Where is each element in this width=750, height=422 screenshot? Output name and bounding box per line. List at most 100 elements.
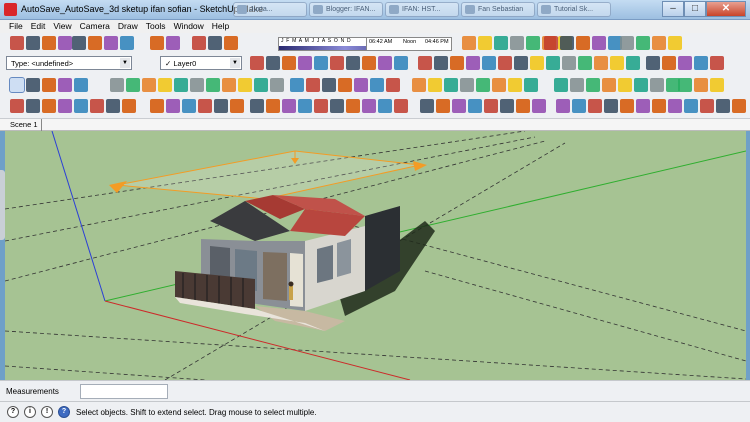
extension-tool-icon[interactable] [214, 99, 228, 113]
standard-tool-icon[interactable] [592, 36, 606, 50]
draw-tool-icon[interactable] [476, 78, 490, 92]
extension-tool-icon[interactable] [532, 99, 546, 113]
standard-tool-icon[interactable] [620, 36, 634, 50]
draw-tool-icon[interactable] [306, 78, 320, 92]
view-tool-icon[interactable] [626, 56, 640, 70]
standard-tool-icon[interactable] [42, 36, 56, 50]
draw-tool-icon[interactable] [428, 78, 442, 92]
menu-tools[interactable]: Tools [143, 20, 171, 33]
standard-tool-icon[interactable] [72, 36, 86, 50]
draw-tool-icon[interactable] [174, 78, 188, 92]
extension-tool-icon[interactable] [556, 99, 570, 113]
extension-tool-icon[interactable] [604, 99, 618, 113]
view-tool-icon[interactable] [710, 56, 724, 70]
extension-tool-icon[interactable] [90, 99, 104, 113]
draw-tool-icon[interactable] [444, 78, 458, 92]
view-tool-icon[interactable] [530, 56, 544, 70]
standard-tool-icon[interactable] [192, 36, 206, 50]
view-tool-icon[interactable] [250, 56, 264, 70]
background-tab[interactable]: Juxta... [233, 2, 307, 17]
draw-tool-icon[interactable] [322, 78, 336, 92]
view-tool-icon[interactable] [678, 56, 692, 70]
standard-tool-icon[interactable] [150, 36, 164, 50]
draw-tool-icon[interactable] [222, 78, 236, 92]
extension-tool-icon[interactable] [74, 99, 88, 113]
info-icon[interactable]: i [24, 406, 36, 418]
draw-tool-icon[interactable] [554, 78, 568, 92]
standard-tool-icon[interactable] [462, 36, 476, 50]
extension-tool-icon[interactable] [516, 99, 530, 113]
extension-tool-icon[interactable] [588, 99, 602, 113]
draw-tool-icon[interactable] [254, 78, 268, 92]
view-tool-icon[interactable] [434, 56, 448, 70]
minimize-button[interactable]: – [662, 1, 684, 17]
extension-tool-icon[interactable] [106, 99, 120, 113]
background-tab[interactable]: Blogger: IFAN... [309, 2, 383, 17]
shadow-time-slider[interactable]: 06:42 AM Noon 04:46 PM [366, 37, 452, 51]
draw-tool-icon[interactable] [354, 78, 368, 92]
view-tool-icon[interactable] [594, 56, 608, 70]
extension-tool-icon[interactable] [732, 99, 746, 113]
draw-tool-icon[interactable] [206, 78, 220, 92]
view-tool-icon[interactable] [378, 56, 392, 70]
standard-tool-icon[interactable] [636, 36, 650, 50]
drawing-viewport[interactable] [5, 131, 746, 380]
extension-tool-icon[interactable] [58, 99, 72, 113]
standard-tool-icon[interactable] [26, 36, 40, 50]
standard-tool-icon[interactable] [668, 36, 682, 50]
draw-tool-icon[interactable] [190, 78, 204, 92]
draw-tool-icon[interactable] [74, 78, 88, 92]
extension-tool-icon[interactable] [182, 99, 196, 113]
view-tool-icon[interactable] [694, 56, 708, 70]
draw-tool-icon[interactable] [158, 78, 172, 92]
extension-tool-icon[interactable] [314, 99, 328, 113]
view-tool-icon[interactable] [610, 56, 624, 70]
background-tab[interactable]: Fan Sebastian [461, 2, 535, 17]
extension-tool-icon[interactable] [394, 99, 408, 113]
standard-tool-icon[interactable] [224, 36, 238, 50]
extension-tool-icon[interactable] [346, 99, 360, 113]
extension-tool-icon[interactable] [436, 99, 450, 113]
standard-tool-icon[interactable] [494, 36, 508, 50]
view-tool-icon[interactable] [498, 56, 512, 70]
draw-tool-icon[interactable] [110, 78, 124, 92]
standard-tool-icon[interactable] [208, 36, 222, 50]
draw-tool-icon[interactable] [370, 78, 384, 92]
draw-tool-icon[interactable] [524, 78, 538, 92]
draw-tool-icon[interactable] [602, 78, 616, 92]
standard-tool-icon[interactable] [478, 36, 492, 50]
view-tool-icon[interactable] [546, 56, 560, 70]
extension-tool-icon[interactable] [500, 99, 514, 113]
layer-dropdown[interactable]: ✓ Layer0 ▼ [160, 56, 242, 70]
standard-tool-icon[interactable] [544, 36, 558, 50]
help-icon[interactable]: ? [7, 406, 19, 418]
menu-view[interactable]: View [50, 20, 76, 33]
standard-tool-icon[interactable] [526, 36, 540, 50]
draw-tool-icon[interactable] [570, 78, 584, 92]
menu-draw[interactable]: Draw [115, 20, 143, 33]
view-tool-icon[interactable] [466, 56, 480, 70]
maximize-button[interactable]: □ [684, 1, 706, 17]
menu-camera[interactable]: Camera [77, 20, 115, 33]
extension-tool-icon[interactable] [716, 99, 730, 113]
menu-edit[interactable]: Edit [28, 20, 51, 33]
view-tool-icon[interactable] [298, 56, 312, 70]
view-tool-icon[interactable] [330, 56, 344, 70]
standard-tool-icon[interactable] [104, 36, 118, 50]
extension-tool-icon[interactable] [420, 99, 434, 113]
extension-tool-icon[interactable] [468, 99, 482, 113]
extension-tool-icon[interactable] [266, 99, 280, 113]
draw-tool-icon[interactable] [58, 78, 72, 92]
draw-tool-icon[interactable] [386, 78, 400, 92]
extension-tool-icon[interactable] [42, 99, 56, 113]
draw-tool-icon[interactable] [678, 78, 692, 92]
draw-tool-icon[interactable] [270, 78, 284, 92]
extension-tool-icon[interactable] [378, 99, 392, 113]
extension-tool-icon[interactable] [198, 99, 212, 113]
view-tool-icon[interactable] [266, 56, 280, 70]
scene-canvas[interactable] [5, 131, 746, 380]
draw-tool-icon[interactable] [618, 78, 632, 92]
extension-tool-icon[interactable] [230, 99, 244, 113]
standard-tool-icon[interactable] [576, 36, 590, 50]
extension-tool-icon[interactable] [452, 99, 466, 113]
